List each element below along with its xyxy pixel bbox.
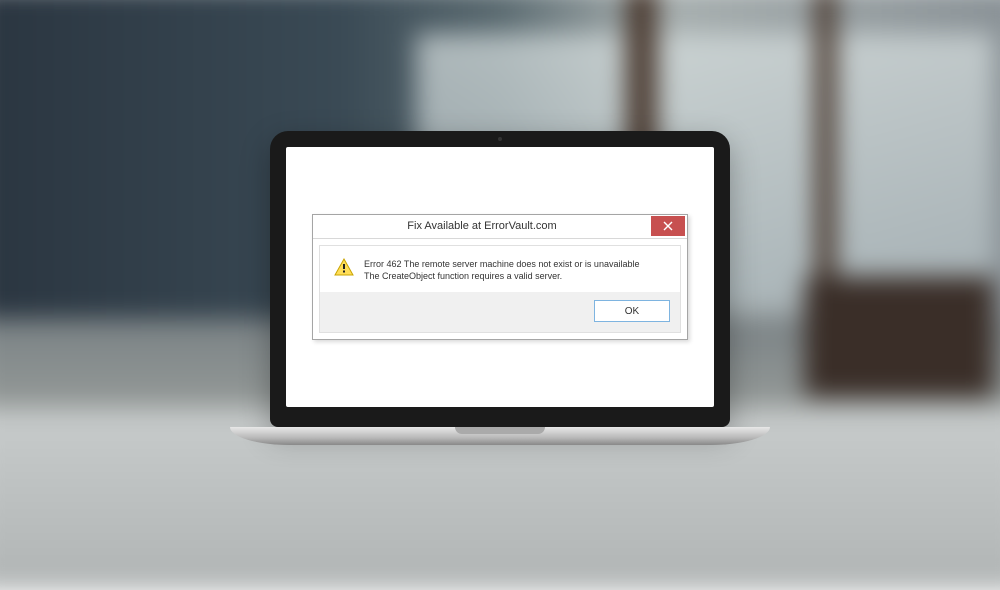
laptop-screen: Fix Available at ErrorVault.com	[286, 147, 714, 407]
dialog-body: Error 462 The remote server machine does…	[319, 245, 681, 333]
ok-button-label: OK	[625, 306, 639, 317]
close-button[interactable]	[651, 216, 685, 236]
close-icon	[663, 221, 673, 231]
ok-button[interactable]: OK	[594, 300, 670, 322]
dialog-title: Fix Available at ErrorVault.com	[313, 220, 651, 232]
dialog-titlebar: Fix Available at ErrorVault.com	[313, 215, 687, 239]
dialog-message: Error 462 The remote server machine does…	[320, 246, 680, 292]
laptop-bezel: Fix Available at ErrorVault.com	[270, 131, 730, 427]
dialog-footer: OK	[320, 292, 680, 332]
warning-icon	[334, 258, 354, 279]
laptop-mockup: Fix Available at ErrorVault.com	[270, 131, 730, 445]
error-dialog: Fix Available at ErrorVault.com	[312, 214, 688, 340]
dialog-text: Error 462 The remote server machine does…	[364, 258, 639, 282]
laptop-base	[230, 427, 770, 445]
error-line-2: The CreateObject function requires a val…	[364, 270, 639, 282]
error-line-1: Error 462 The remote server machine does…	[364, 258, 639, 270]
laptop-camera	[498, 137, 502, 141]
laptop-hinge	[455, 427, 545, 434]
